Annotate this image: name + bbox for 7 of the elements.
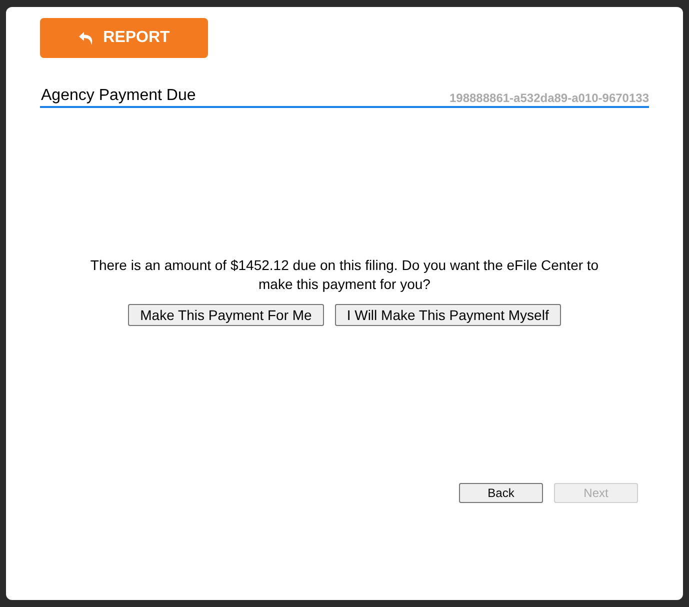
reference-id: 198888861-a532da89-a010-9670133 xyxy=(449,91,649,105)
payment-choice-button[interactable]: Make This Payment For Me xyxy=(128,304,324,326)
return-arrow-icon xyxy=(78,30,94,46)
payment-choice-button[interactable]: I Will Make This Payment Myself xyxy=(334,304,561,326)
dialog-title: Agency Payment Due xyxy=(41,87,196,105)
nav-button[interactable]: Back xyxy=(459,483,543,503)
payment-message: There is an amount of $1452.12 due on this filing. Do you want the eFile Center to make this payment for you? xyxy=(89,256,600,294)
